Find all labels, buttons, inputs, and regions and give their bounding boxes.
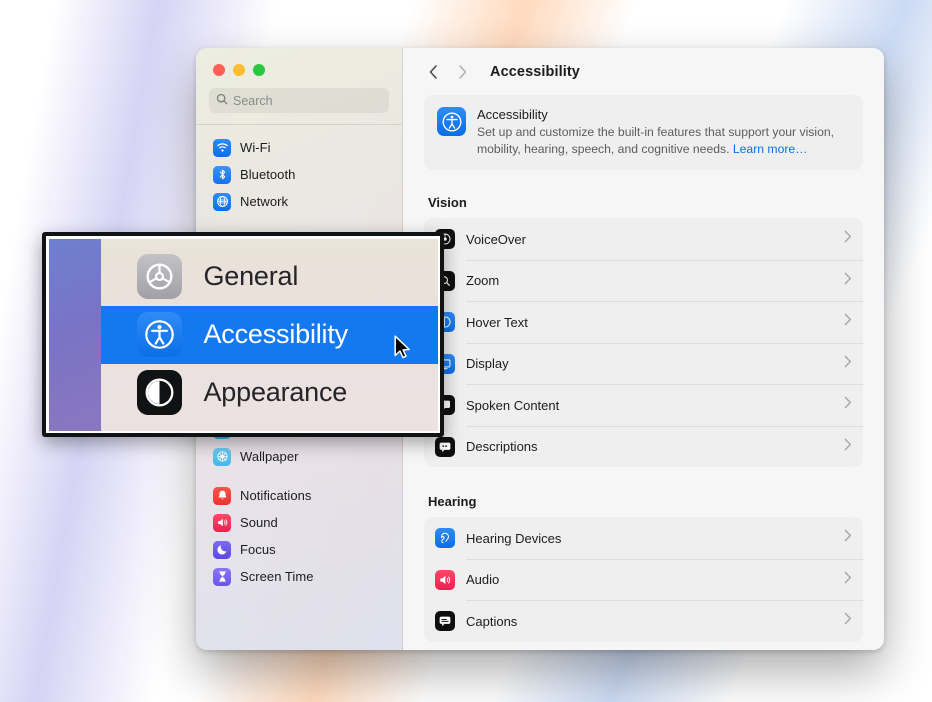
sound-icon xyxy=(213,513,231,532)
sidebar-item-label: Focus xyxy=(240,542,276,557)
audio-speaker-icon xyxy=(435,569,455,590)
sidebar-item-label: Bluetooth xyxy=(240,167,296,182)
search-input[interactable] xyxy=(233,93,382,108)
focus-moon-icon xyxy=(213,540,231,559)
sidebar-item-label: Notifications xyxy=(240,488,312,503)
forward-button[interactable] xyxy=(449,58,476,85)
settings-row-label: VoiceOver xyxy=(466,231,526,247)
hearing-devices-ear-icon xyxy=(435,528,455,549)
banner-text: Accessibility Set up and customize the b… xyxy=(477,107,850,157)
settings-row-descriptions[interactable]: Descriptions xyxy=(424,425,863,468)
appearance-icon xyxy=(136,370,182,415)
magnified-item-general[interactable]: General xyxy=(101,248,438,306)
sidebar-group-0: Wi-Fi Bluetooth Network xyxy=(205,134,393,215)
magnified-item-label: General xyxy=(203,261,299,291)
sidebar-group-2: Notifications Sound Focus Screen Time xyxy=(205,482,393,590)
settings-row-voiceover[interactable]: VoiceOver xyxy=(424,218,863,260)
sidebar-item-label: Sound xyxy=(240,515,278,530)
chevron-right-icon xyxy=(844,571,852,589)
magnified-item-label: Appearance xyxy=(203,377,348,407)
sidebar-item-sound[interactable]: Sound xyxy=(205,509,393,536)
chevron-right-icon xyxy=(844,272,852,290)
wallpaper-icon xyxy=(213,447,231,466)
chevron-right-icon xyxy=(844,396,852,414)
magnifier-inner-frame: General Accessibility Appearance xyxy=(47,237,439,432)
chevron-right-icon xyxy=(844,529,852,547)
magnifier-canvas: General Accessibility Appearance xyxy=(48,238,438,431)
settings-row-display[interactable]: Display xyxy=(424,342,863,385)
learn-more-link[interactable]: Learn more… xyxy=(733,142,808,156)
search-field[interactable] xyxy=(209,88,389,113)
page-title: Accessibility xyxy=(490,63,580,80)
sidebar-item-bluetooth[interactable]: Bluetooth xyxy=(205,161,393,188)
settings-row-hearing-devices[interactable]: Hearing Devices xyxy=(424,517,863,559)
chevron-right-icon xyxy=(844,612,852,630)
maximize-button[interactable] xyxy=(253,64,265,76)
screen-time-icon xyxy=(213,567,231,586)
chevron-right-icon xyxy=(844,313,852,331)
search-container xyxy=(196,76,402,124)
accessibility-banner: Accessibility Set up and customize the b… xyxy=(424,95,863,171)
magnified-item-accessibility[interactable]: Accessibility xyxy=(100,305,438,364)
magnified-item-appearance[interactable]: Appearance xyxy=(101,364,438,422)
toolbar: Accessibility xyxy=(403,48,884,95)
settings-row-label: Spoken Content xyxy=(466,397,560,413)
section-card-vision: VoiceOver Zoom Hover Text Display Spoken Con… xyxy=(424,218,863,468)
sidebar-item-wi-fi[interactable]: Wi-Fi xyxy=(205,134,393,161)
content-scroll-area[interactable]: Accessibility Set up and customize the b… xyxy=(403,95,884,642)
section-card-hearing: Hearing Devices Audio Captions xyxy=(424,517,863,642)
settings-row-label: Audio xyxy=(466,572,500,588)
descriptions-icon xyxy=(435,436,455,457)
sidebar-item-network[interactable]: Network xyxy=(205,188,393,215)
magnifier-wallpaper-edge xyxy=(48,238,101,431)
banner-description: Set up and customize the built-in featur… xyxy=(477,124,850,157)
search-icon xyxy=(216,92,228,110)
wifi-icon xyxy=(213,138,231,157)
accessibility-icon xyxy=(136,312,182,357)
sidebar-item-screen-time[interactable]: Screen Time xyxy=(205,563,393,590)
content-pane: Accessibility Accessibility Set up and c… xyxy=(403,48,884,650)
notifications-bell-icon xyxy=(213,486,231,505)
settings-row-audio[interactable]: Audio xyxy=(424,558,863,601)
settings-row-zoom[interactable]: Zoom xyxy=(424,259,863,302)
minimize-button[interactable] xyxy=(233,64,245,76)
settings-row-label: Captions xyxy=(466,613,518,629)
sidebar-item-notifications[interactable]: Notifications xyxy=(205,482,393,509)
settings-row-label: Hover Text xyxy=(466,314,528,330)
banner-title: Accessibility xyxy=(477,107,548,122)
sidebar-item-focus[interactable]: Focus xyxy=(205,536,393,563)
settings-row-captions[interactable]: Captions xyxy=(424,600,863,642)
settings-sections: Vision VoiceOver Zoom Hover Text Display Spok… xyxy=(424,195,863,642)
settings-row-label: Descriptions xyxy=(466,439,538,455)
zoom-magnifier-overlay: General Accessibility Appearance xyxy=(42,232,444,437)
network-globe-icon xyxy=(213,192,231,211)
chevron-right-icon xyxy=(844,230,852,248)
desktop-wallpaper: Wi-Fi Bluetooth Network General Accessibilit… xyxy=(0,0,932,702)
section-header-hearing: Hearing xyxy=(428,494,477,510)
sidebar-item-label: Network xyxy=(240,194,289,209)
section-header-vision: Vision xyxy=(428,195,467,211)
accessibility-icon xyxy=(437,107,466,136)
back-button[interactable] xyxy=(420,58,447,85)
sidebar-item-label: Screen Time xyxy=(240,569,314,584)
settings-row-label: Hearing Devices xyxy=(466,530,562,546)
settings-row-label: Display xyxy=(466,356,509,372)
settings-row-hover-text[interactable]: Hover Text xyxy=(424,301,863,343)
magnifier-item-list: General Accessibility Appearance xyxy=(100,238,438,431)
sidebar-item-label: Wallpaper xyxy=(240,449,299,464)
sidebar-item-label: Wi-Fi xyxy=(240,140,271,155)
gear-icon xyxy=(136,254,182,299)
window-traffic-lights xyxy=(196,48,402,76)
captions-icon xyxy=(435,611,455,632)
bluetooth-icon xyxy=(213,165,231,184)
chevron-right-icon xyxy=(844,438,852,456)
settings-row-spoken-content[interactable]: Spoken Content xyxy=(424,384,863,426)
close-button[interactable] xyxy=(213,64,225,76)
settings-row-label: Zoom xyxy=(466,273,500,289)
sidebar-item-wallpaper[interactable]: Wallpaper xyxy=(205,443,393,470)
chevron-right-icon xyxy=(844,355,852,373)
arrow-pointer-cursor xyxy=(393,334,410,358)
magnified-item-label: Accessibility xyxy=(203,319,349,349)
